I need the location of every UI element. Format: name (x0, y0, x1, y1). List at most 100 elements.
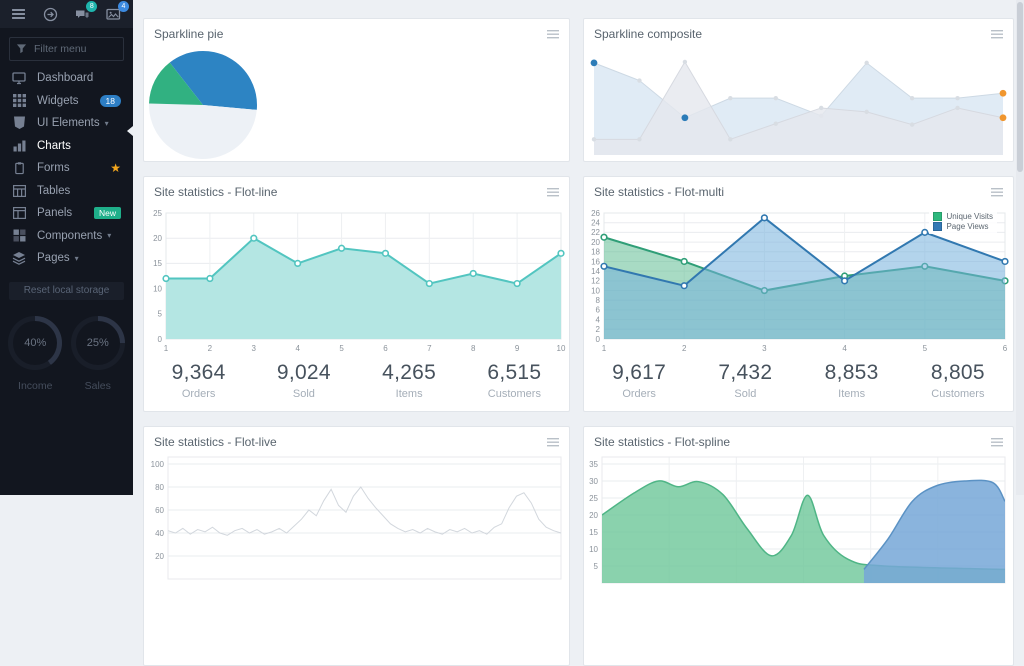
stat-value: 9,617 (586, 361, 692, 385)
stat-label: Orders (586, 388, 692, 400)
panel-title: Site statistics - Flot-live (154, 435, 277, 449)
messages-icon[interactable]: 4 (105, 5, 123, 23)
widgets-count-badge: 18 (100, 95, 121, 107)
chat-badge: 8 (86, 1, 97, 12)
pages-icon (12, 251, 26, 265)
gauge-label: Income (18, 380, 52, 392)
svg-text:40: 40 (155, 529, 164, 538)
scrollbar-track[interactable] (1016, 0, 1024, 495)
stat-label: Customers (905, 388, 1011, 400)
panel-menu-icon[interactable] (991, 438, 1003, 447)
stat-value: 4,265 (357, 361, 462, 385)
svg-text:14: 14 (591, 267, 600, 276)
svg-text:7: 7 (427, 344, 432, 353)
stat-label: Items (357, 388, 462, 400)
chat-icon[interactable]: 8 (73, 5, 91, 23)
svg-text:18: 18 (591, 248, 600, 257)
svg-text:10: 10 (591, 286, 600, 295)
reset-local-storage-button[interactable]: Reset local storage (9, 282, 124, 300)
svg-text:2: 2 (596, 325, 601, 334)
panels-new-badge: New (94, 207, 121, 219)
main-content: Sparkline pie Sparkline composite Site s… (133, 0, 1024, 495)
svg-text:80: 80 (155, 483, 164, 492)
stat-value: 9,364 (146, 361, 251, 385)
sidebar-item-charts[interactable]: Charts (0, 135, 133, 158)
svg-text:15: 15 (153, 259, 162, 268)
legend-unique-visits: Unique Visits (933, 212, 993, 221)
svg-text:0: 0 (596, 335, 601, 344)
arrow-circle-icon[interactable] (42, 5, 60, 23)
panel-menu-icon[interactable] (991, 188, 1003, 197)
chevron-down-icon: ▾ (107, 231, 111, 240)
svg-text:10: 10 (557, 344, 566, 353)
sidebar-item-pages[interactable]: Pages ▾ (0, 247, 133, 270)
svg-text:60: 60 (155, 506, 164, 515)
gauge-value: 25% (87, 337, 109, 349)
sidebar-item-widgets[interactable]: Widgets 18 (0, 90, 133, 113)
svg-text:5: 5 (923, 344, 928, 353)
svg-text:35: 35 (589, 460, 598, 469)
svg-text:20: 20 (589, 511, 598, 520)
svg-text:6: 6 (383, 344, 388, 353)
sidebar-item-panels[interactable]: Panels New (0, 202, 133, 225)
svg-text:3: 3 (252, 344, 257, 353)
chevron-down-icon: ▾ (105, 119, 109, 128)
panel-menu-icon[interactable] (547, 438, 559, 447)
svg-text:1: 1 (164, 344, 169, 353)
scrollbar-thumb[interactable] (1017, 2, 1023, 172)
stat-orders: 9,617 Orders (586, 361, 692, 400)
messages-badge: 4 (118, 1, 129, 12)
svg-text:25: 25 (589, 494, 598, 503)
legend-label: Unique Visits (946, 212, 993, 221)
stat-label: Sold (251, 388, 356, 400)
sidebar-item-label: Panels (37, 207, 72, 219)
panel-menu-icon[interactable] (991, 30, 1003, 39)
menu-toggle-icon[interactable] (10, 5, 28, 23)
sidebar-item-label: Widgets (37, 95, 79, 107)
filter-menu-wrap (9, 37, 124, 61)
panel-sparkline-composite: Sparkline composite (583, 18, 1014, 162)
svg-text:25: 25 (153, 209, 162, 218)
svg-text:3: 3 (762, 344, 767, 353)
sidebar-item-ui-elements[interactable]: UI Elements ▾ (0, 112, 133, 135)
stat-label: Sold (692, 388, 798, 400)
svg-text:15: 15 (589, 528, 598, 537)
svg-text:10: 10 (153, 284, 162, 293)
panel-sparkline-pie: Sparkline pie (143, 18, 570, 162)
sidebar-item-components[interactable]: Components ▾ (0, 225, 133, 248)
tables-icon (12, 184, 26, 198)
svg-text:24: 24 (591, 218, 600, 227)
flot-line-chart: 051015202512345678910 (146, 205, 567, 357)
chevron-down-icon: ▾ (75, 254, 79, 263)
active-item-arrow (127, 126, 133, 136)
flot-live-chart: 10080604020 (146, 455, 567, 605)
dashboard-icon (12, 71, 26, 85)
star-icon: ★ (110, 162, 121, 174)
panel-title: Sparkline pie (154, 27, 223, 41)
svg-text:2: 2 (682, 344, 687, 353)
panel-flot-live: Site statistics - Flot-live 10080604020 (143, 426, 570, 666)
stat-label: Items (799, 388, 905, 400)
chart-legend: Unique Visits Page Views (929, 209, 997, 234)
svg-text:100: 100 (151, 460, 165, 469)
sidebar-item-forms[interactable]: Forms ★ (0, 157, 133, 180)
sidebar-item-label: Components (37, 230, 102, 242)
stat-orders: 9,364 Orders (146, 361, 251, 400)
stat-items: 4,265 Items (357, 361, 462, 400)
svg-text:4: 4 (842, 344, 847, 353)
svg-text:20: 20 (591, 238, 600, 247)
svg-text:5: 5 (158, 310, 163, 319)
sidebar-item-tables[interactable]: Tables (0, 180, 133, 203)
stat-sold: 7,432 Sold (692, 361, 798, 400)
svg-text:16: 16 (591, 257, 600, 266)
sidebar-item-dashboard[interactable]: Dashboard (0, 67, 133, 90)
stat-value: 7,432 (692, 361, 798, 385)
sidebar-item-label: UI Elements (37, 117, 100, 129)
charts-icon (12, 139, 26, 153)
legend-page-views: Page Views (933, 222, 993, 231)
legend-label: Page Views (946, 222, 988, 231)
stat-label: Orders (146, 388, 251, 400)
panel-menu-icon[interactable] (547, 188, 559, 197)
panel-menu-icon[interactable] (547, 30, 559, 39)
ui-elements-icon (12, 116, 26, 130)
